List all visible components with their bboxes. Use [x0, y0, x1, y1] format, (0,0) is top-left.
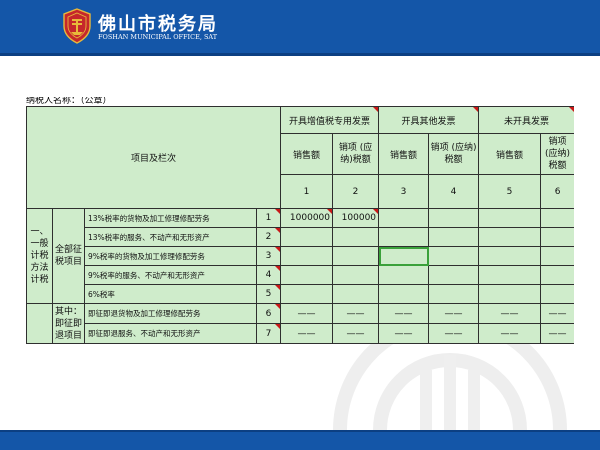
value-cell[interactable]: [378, 284, 430, 304]
row-label: 即征即退货物及加工修理修配劳务: [84, 303, 257, 324]
col-number-2: 2: [332, 174, 380, 209]
value-cell[interactable]: [478, 246, 542, 266]
col-number-1: 1: [280, 174, 334, 209]
value-cell[interactable]: [478, 265, 542, 285]
selected-value-cell[interactable]: [378, 246, 430, 266]
value-cell[interactable]: ——: [332, 303, 380, 324]
table-row: 9%税率的货物及加工修理修配劳务 3: [27, 246, 574, 266]
col-label-5: 销售额: [478, 133, 542, 175]
value-cell[interactable]: ——: [478, 303, 542, 324]
value-cell[interactable]: [378, 208, 430, 228]
value-cell[interactable]: [540, 284, 574, 304]
col-label-3: 销售额: [378, 133, 430, 175]
row-number: 3: [255, 246, 282, 266]
value-cell[interactable]: [332, 284, 380, 304]
value-cell[interactable]: [540, 208, 574, 228]
value-cell[interactable]: [332, 227, 380, 247]
value-cell[interactable]: [280, 265, 334, 285]
row-label: 13%税率的服务、不动产和无形资产: [84, 227, 257, 247]
col-number-5: 5: [478, 174, 542, 209]
declaration-table: 项目及栏次 开具增值税专用发票 开具其他发票 未开具发票 销售额 销项 (应纳)…: [26, 106, 574, 344]
value-cell[interactable]: ——: [332, 323, 380, 344]
value-cell[interactable]: ——: [280, 323, 334, 344]
table-row: 一、一般计税方法计税 全部征税项目 13%税率的货物及加工修理修配劳务 1 100000…: [26, 208, 574, 304]
value-cell[interactable]: [280, 227, 334, 247]
value-cell[interactable]: [332, 265, 380, 285]
row-label: 6%税率: [84, 284, 257, 304]
value-cell[interactable]: ——: [540, 323, 574, 344]
value-cell[interactable]: [428, 208, 480, 228]
col-label-2: 销项 (应纳)税额: [332, 133, 380, 175]
table-row: 其中：即征即退项目 即征即退货物及加工修理修配劳务 6 —— —— —— —— —— ——: [26, 303, 574, 344]
table-row: 6%税率 5: [27, 284, 574, 304]
value-cell[interactable]: [540, 265, 574, 285]
value-cell[interactable]: [378, 265, 430, 285]
col-label-4: 销项 (应纳)税额: [428, 133, 480, 175]
table-row: 9%税率的服务、不动产和无形资产 4: [27, 265, 574, 285]
group-header-other-invoice: 开具其他发票: [378, 106, 480, 134]
declaration-form: 纳税人名称：（公章） 项目及栏次 开具增值税专用发票 开具其他发票 未开具发票 …: [26, 97, 574, 351]
value-cell[interactable]: ——: [428, 303, 480, 324]
subsection-immediate-refund: 其中：即征即退项目: [52, 303, 85, 344]
col-label-1: 销售额: [280, 133, 334, 175]
slide-footer: [0, 430, 600, 450]
row-label: 9%税率的服务、不动产和无形资产: [84, 265, 257, 285]
row-label: 9%税率的货物及加工修理修配劳务: [84, 246, 257, 266]
col-number-3: 3: [378, 174, 430, 209]
value-cell[interactable]: [332, 246, 380, 266]
taxpayer-name-label: 纳税人名称：（公章）: [26, 97, 112, 106]
value-cell[interactable]: [378, 227, 430, 247]
value-cell[interactable]: ——: [378, 323, 430, 344]
value-cell[interactable]: [428, 227, 480, 247]
value-cell[interactable]: 100000: [332, 208, 380, 228]
section-label-general: 一、一般计税方法计税: [26, 208, 53, 304]
header-item-cell: 项目及栏次: [26, 106, 282, 209]
value-cell[interactable]: 1000000: [280, 208, 334, 228]
row-number: 7: [255, 323, 282, 344]
col-number-6: 6: [540, 174, 574, 209]
value-cell[interactable]: [280, 284, 334, 304]
value-cell[interactable]: [540, 227, 574, 247]
value-cell[interactable]: ——: [280, 303, 334, 324]
row-number: 2: [255, 227, 282, 247]
table-row: 即征即退服务、不动产和无形资产 7 —— —— —— —— —— ——: [27, 323, 574, 344]
section-blank-cell: [26, 303, 53, 344]
table-row: 13%税率的服务、不动产和无形资产 2: [27, 227, 574, 247]
subsection-all-taxable: 全部征税项目: [52, 208, 85, 304]
value-cell[interactable]: ——: [540, 303, 574, 324]
row-number: 4: [255, 265, 282, 285]
value-cell[interactable]: [478, 208, 542, 228]
value-cell[interactable]: ——: [478, 323, 542, 344]
value-cell[interactable]: [478, 284, 542, 304]
row-number: 5: [255, 284, 282, 304]
group-header-no-invoice: 未开具发票: [478, 106, 574, 134]
col-label-6: 销项 (应纳)税额: [540, 133, 574, 175]
value-cell[interactable]: [478, 227, 542, 247]
row-label: 13%税率的货物及加工修理修配劳务: [84, 208, 257, 228]
row-number: 6: [255, 303, 282, 324]
value-cell[interactable]: [280, 246, 334, 266]
group-header-special-invoice: 开具增值税专用发票: [280, 106, 380, 134]
value-cell[interactable]: [428, 246, 480, 266]
value-cell[interactable]: ——: [378, 303, 430, 324]
value-cell[interactable]: [428, 284, 480, 304]
value-cell[interactable]: [540, 246, 574, 266]
row-number: 1: [255, 208, 282, 228]
slide-header: 佛山市税务局 FOSHAN MUNICIPAL OFFICE, SAT: [0, 0, 600, 56]
value-cell[interactable]: ——: [428, 323, 480, 344]
tax-emblem-icon: [63, 8, 91, 44]
col-number-4: 4: [428, 174, 480, 209]
row-label: 即征即退服务、不动产和无形资产: [84, 323, 257, 344]
value-cell[interactable]: [428, 265, 480, 285]
org-name-en: FOSHAN MUNICIPAL OFFICE, SAT: [98, 33, 218, 41]
